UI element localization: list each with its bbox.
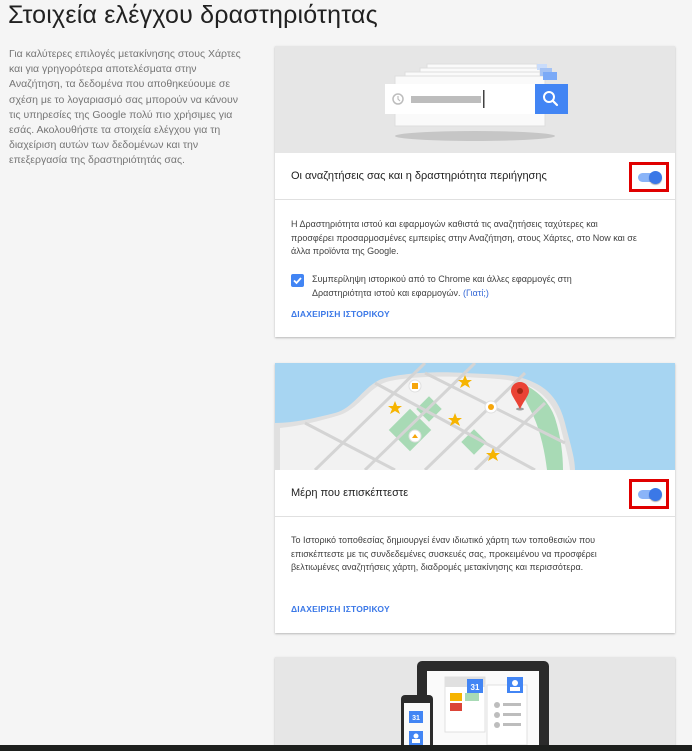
web-activity-description: Η Δραστηριότητα ιστού και εφαρμογών καθι… — [291, 219, 637, 256]
svg-text:31: 31 — [471, 683, 480, 692]
checkbox-text: Συμπερίληψη ιστορικού από το Chrome και … — [312, 274, 572, 298]
intro-text: Για καλύτερες επιλογές μετακίνησης στους… — [9, 48, 241, 167]
bottom-bar — [0, 745, 692, 751]
toggle-knob — [649, 171, 662, 184]
map-illustration — [275, 363, 675, 470]
toggle-knob — [649, 488, 662, 501]
contact-icon — [507, 677, 523, 693]
web-activity-label: Οι αναζητήσεις σας και η δραστηριότητα π… — [291, 170, 547, 182]
why-link[interactable]: (Γιατί;) — [463, 288, 489, 298]
location-history-toggle[interactable] — [629, 479, 669, 509]
svg-text:31: 31 — [412, 715, 420, 722]
web-activity-toggle[interactable] — [629, 162, 669, 192]
location-history-row: Μέρη που επισκέπτεστε — [275, 470, 675, 517]
web-activity-card: Οι αναζητήσεις σας και η δραστηριότητα π… — [275, 46, 675, 337]
web-activity-manage-link[interactable]: ΔΙΑΧΕΙΡΙΣΗ ΙΣΤΟΡΙΚΟΥ — [291, 309, 390, 319]
include-chrome-checkbox[interactable] — [291, 274, 304, 287]
devices-illustration: 31 31 — [275, 657, 675, 751]
location-history-manage-link[interactable]: ΔΙΑΧΕΙΡΙΣΗ ΙΣΤΟΡΙΚΟΥ — [291, 604, 390, 614]
include-chrome-label: Συμπερίληψη ιστορικού από το Chrome και … — [312, 272, 612, 300]
page-title: Στοιχεία ελέγχου δραστηριότητας — [8, 1, 378, 29]
search-illustration — [275, 46, 675, 153]
web-activity-row: Οι αναζητήσεις σας και η δραστηριότητα π… — [275, 153, 675, 200]
location-history-description: Το Ιστορικό τοποθεσίας δημιουργεί έναν ι… — [291, 535, 597, 572]
calendar-icon: 31 — [467, 679, 483, 693]
location-history-card: Μέρη που επισκέπτεστε Το Ιστορικό τοποθε… — [275, 363, 675, 633]
device-info-card: 31 31 — [275, 657, 675, 751]
location-history-label: Μέρη που επισκέπτεστε — [291, 487, 409, 499]
